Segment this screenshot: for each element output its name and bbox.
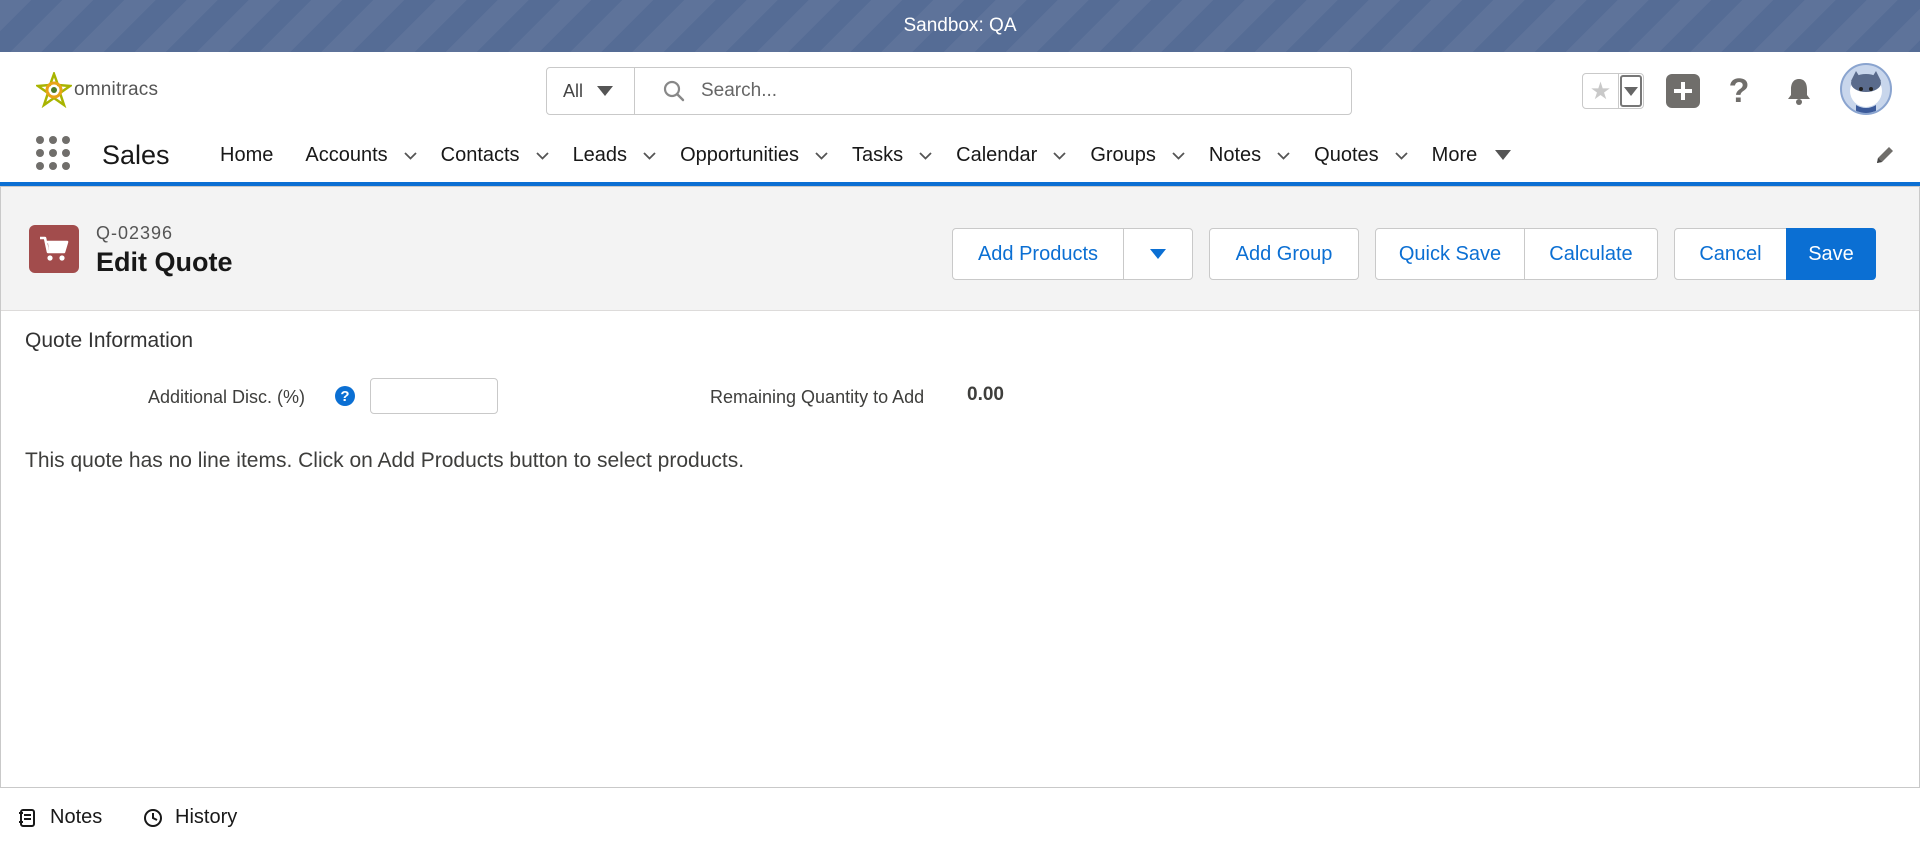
nav-item-label: More [1431,143,1478,166]
section-title: Quote Information [25,329,194,352]
page-title: Edit Quote [96,247,233,277]
favorites-menu-button[interactable] [1620,75,1642,107]
notification-bell-icon[interactable] [1782,74,1816,108]
chevron-down-icon[interactable] [1172,149,1185,162]
calculate-button[interactable]: Calculate [1524,228,1658,280]
additional-disc-input[interactable] [370,378,498,414]
nav-item-label: Notes [1208,143,1262,166]
search-icon [663,80,685,102]
page-header: Q-02396 Edit Quote Add Products Add Grou… [1,187,1919,311]
logo-text: omnitracs [74,79,159,100]
global-search: All [546,67,1352,115]
app-launcher-icon[interactable] [36,136,70,170]
shopping-cart-icon [40,236,69,261]
nav-item-notes[interactable]: Notes [1209,128,1314,182]
add-icon[interactable] [1666,74,1700,108]
nav-item-home[interactable]: Home [220,128,273,182]
nav-item-label: Quotes [1314,143,1379,166]
caret-down-icon [1624,86,1638,96]
nav-items: Home Accounts Contacts Leads Opportuniti… [220,128,1512,182]
nav-item-label: Groups [1090,143,1156,166]
global-header: omnitracs All ★ ? [0,52,1920,128]
chevron-down-icon[interactable] [535,149,549,162]
astro-avatar-icon [1850,71,1882,113]
nav-item-label: Tasks [852,143,904,166]
cancel-button[interactable]: Cancel [1674,228,1787,280]
remaining-quantity-label: Remaining Quantity to Add [710,387,925,407]
notes-icon [19,808,35,827]
help-icon[interactable]: ? [1722,72,1756,110]
nav-item-label: Home [220,143,274,166]
chevron-down-icon[interactable] [815,149,828,162]
favorites-group: ★ [1582,73,1644,109]
nav-item-tasks[interactable]: Tasks [852,128,956,182]
plus-icon [1674,82,1692,100]
add-products-menu-button[interactable] [1123,228,1193,280]
bell-icon [1788,79,1810,105]
history-clock-icon [144,808,162,827]
caret-down-icon [597,86,614,96]
sandbox-banner: Sandbox: QA [0,0,1920,52]
search-input[interactable] [701,80,1301,102]
nav-item-groups[interactable]: Groups [1090,128,1209,182]
quote-number: Q-02396 [96,223,174,243]
nav-item-label: Contacts [440,143,520,166]
quote-edit-card: Q-02396 Edit Quote Add Products Add Grou… [0,186,1920,788]
search-scope-dropdown[interactable]: All [547,68,635,114]
chevron-down-icon[interactable] [403,149,417,162]
chevron-down-icon[interactable] [643,149,656,162]
nav-item-label: Leads [572,143,628,166]
avatar[interactable] [1840,63,1892,115]
utility-notes-label: Notes [50,806,103,828]
quote-cart-icon [29,225,79,273]
nav-item-more[interactable]: More [1432,128,1512,182]
utility-history-label: History [175,806,238,828]
help-info-icon[interactable]: ? [335,386,355,406]
add-products-button[interactable]: Add Products [952,228,1124,280]
utility-notes[interactable]: Notes [18,806,102,829]
chevron-down-icon[interactable] [1395,149,1408,162]
remaining-quantity-value: 0.00 [967,384,1004,405]
chevron-down-icon[interactable] [1277,149,1290,162]
edit-nav-pencil-icon[interactable] [1874,144,1896,166]
nav-item-contacts[interactable]: Contacts [441,128,573,182]
add-group-button[interactable]: Add Group [1209,228,1359,280]
utility-history[interactable]: History [143,806,237,829]
omnitracs-logo-icon [36,72,72,108]
nav-item-calendar[interactable]: Calendar [956,128,1090,182]
empty-line-items-message: This quote has no line items. Click on A… [25,449,745,472]
nav-item-opportunities[interactable]: Opportunities [680,128,852,182]
additional-disc-label: Additional Disc. (%) [148,387,306,407]
search-scope-label: All [563,80,584,101]
nav-item-label: Accounts [305,143,388,166]
chevron-down-icon[interactable] [1053,149,1066,162]
app-name: Sales [102,140,170,170]
omnitracs-logo[interactable]: omnitracs [36,72,158,108]
nav-item-leads[interactable]: Leads [573,128,681,182]
utility-bar: Notes History [0,788,1920,849]
nav-item-accounts[interactable]: Accounts [305,128,440,182]
quick-save-button[interactable]: Quick Save [1375,228,1525,280]
caret-down-icon [1495,150,1512,160]
nav-item-label: Opportunities [680,143,800,166]
save-button[interactable]: Save [1786,228,1876,280]
nav-item-label: Calendar [956,143,1038,166]
chevron-down-icon[interactable] [919,149,932,162]
search-field [635,68,1351,114]
nav-item-quotes[interactable]: Quotes [1314,128,1431,182]
app-navigation-bar: Sales Home Accounts Contacts Leads Oppor… [0,128,1920,186]
favorite-star-icon[interactable]: ★ [1583,74,1619,108]
caret-down-icon [1150,249,1166,259]
sandbox-label: Sandbox: QA [903,15,1017,36]
